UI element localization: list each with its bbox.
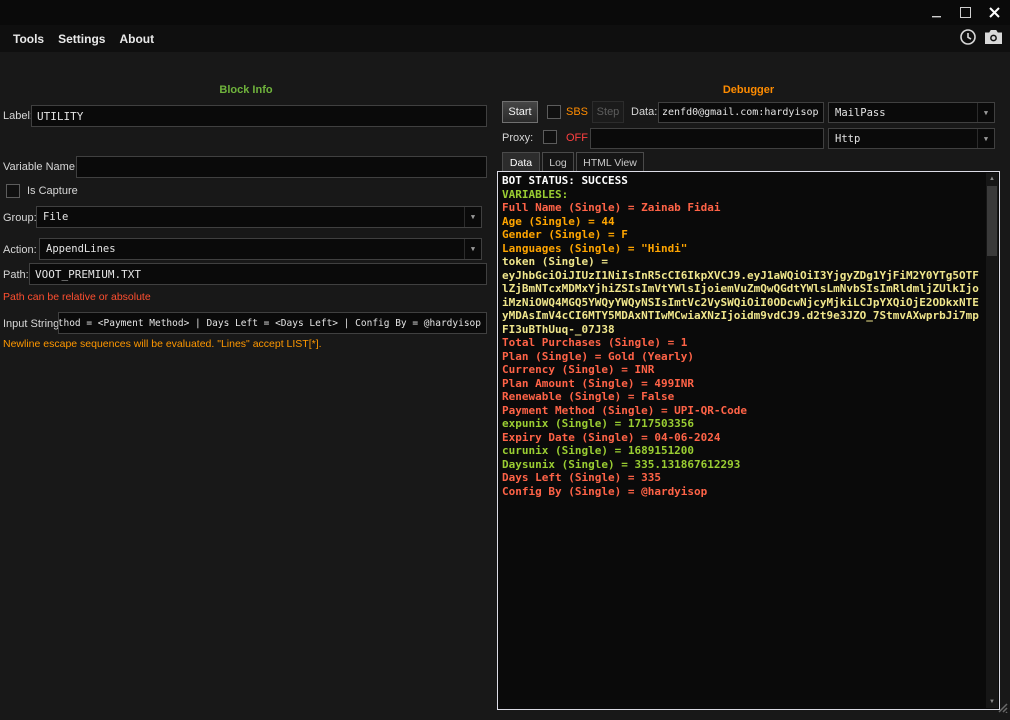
- camera-icon[interactable]: [984, 29, 1003, 45]
- log-lines[interactable]: BOT STATUS: SUCCESSVARIABLES:Full Name (…: [502, 174, 984, 707]
- log-line: Age (Single) = 44: [502, 215, 984, 229]
- minimize-button[interactable]: [929, 5, 944, 20]
- path-input[interactable]: [29, 263, 487, 285]
- log-line: Languages (Single) = "Hindi": [502, 242, 984, 256]
- tab-html-view[interactable]: HTML View: [576, 152, 644, 172]
- log-line: Gender (Single) = F: [502, 228, 984, 242]
- scrollbar-up-button[interactable]: [986, 173, 998, 185]
- label-caption: Label:: [3, 110, 33, 122]
- log-line: Renewable (Single) = False: [502, 390, 984, 404]
- menu-tools[interactable]: Tools: [6, 28, 51, 50]
- log-line: curunix (Single) = 1689151200: [502, 444, 984, 458]
- log-line: Currency (Single) = INR: [502, 363, 984, 377]
- path-caption: Path:: [3, 269, 29, 281]
- log-line: Total Purchases (Single) = 1: [502, 336, 984, 350]
- log-line: Expiry Date (Single) = 04-06-2024: [502, 431, 984, 445]
- tab-log[interactable]: Log: [542, 152, 574, 172]
- log-line: expunix (Single) = 1717503356: [502, 417, 984, 431]
- chevron-down-icon: [464, 239, 481, 259]
- input-string-caption: Input String:: [3, 318, 62, 330]
- is-capture-checkbox[interactable]: [6, 184, 20, 198]
- chevron-down-icon: [464, 207, 481, 227]
- sbs-checkbox[interactable]: [547, 105, 561, 119]
- log-line: VARIABLES:: [502, 188, 984, 202]
- window-controls: [929, 5, 1002, 20]
- maximize-icon: [960, 7, 971, 18]
- log-line: eyJhbGciOiJIUzI1NiIsInR5cCI6IkpXVCJ9.eyJ…: [502, 269, 984, 337]
- tab-data[interactable]: Data: [502, 152, 540, 172]
- log-line: Config By (Single) = @hardyisop: [502, 485, 984, 499]
- log-line: Daysunix (Single) = 335.131867612293: [502, 458, 984, 472]
- log-line: Days Left (Single) = 335: [502, 471, 984, 485]
- block-info-title: Block Info: [0, 84, 492, 96]
- action-select-value: AppendLines: [46, 243, 116, 255]
- proxy-status: OFF: [566, 132, 588, 144]
- close-button[interactable]: [987, 5, 1002, 20]
- wordlist-type-value: MailPass: [835, 107, 886, 119]
- input-string-value: thod = <Payment Method> | Days Left = <D…: [58, 318, 481, 329]
- close-icon: [989, 7, 1000, 18]
- action-select[interactable]: AppendLines: [39, 238, 482, 260]
- proxy-input[interactable]: [590, 128, 824, 149]
- start-button[interactable]: Start: [502, 101, 538, 123]
- input-string-field[interactable]: thod = <Payment Method> | Days Left = <D…: [58, 312, 487, 334]
- resize-grip[interactable]: [995, 700, 1008, 718]
- log-line: token (Single) =: [502, 255, 984, 269]
- titlebar[interactable]: [0, 0, 1010, 25]
- proxy-type-value: Http: [835, 133, 860, 145]
- chevron-down-icon: [977, 129, 994, 148]
- step-button[interactable]: Step: [592, 101, 624, 123]
- debug-log-panel: BOT STATUS: SUCCESSVARIABLES:Full Name (…: [497, 171, 1000, 710]
- data-input[interactable]: [658, 102, 824, 123]
- data-caption: Data:: [631, 106, 657, 118]
- proxy-caption: Proxy:: [502, 132, 533, 144]
- menu-about[interactable]: About: [112, 28, 161, 50]
- sbs-label: SBS: [566, 106, 588, 118]
- log-line: Plan Amount (Single) = 499INR: [502, 377, 984, 391]
- log-line: Plan (Single) = Gold (Yearly): [502, 350, 984, 364]
- clock-history-icon[interactable]: [959, 28, 977, 46]
- debugger-title: Debugger: [497, 84, 1000, 96]
- variable-name-caption: Variable Name:: [3, 161, 78, 173]
- log-line: Payment Method (Single) = UPI-QR-Code: [502, 404, 984, 418]
- proxy-type-select[interactable]: Http: [828, 128, 995, 149]
- maximize-button[interactable]: [958, 5, 973, 20]
- log-line: Full Name (Single) = Zainab Fidai: [502, 201, 984, 215]
- is-capture-label: Is Capture: [27, 185, 78, 197]
- menubar: Tools Settings About: [0, 25, 1010, 52]
- log-line: BOT STATUS: SUCCESS: [502, 174, 984, 188]
- minimize-icon: [932, 8, 942, 18]
- scrollbar[interactable]: [986, 173, 998, 708]
- proxy-checkbox[interactable]: [543, 130, 557, 144]
- input-string-hint: Newline escape sequences will be evaluat…: [3, 338, 322, 350]
- wordlist-type-select[interactable]: MailPass: [828, 102, 995, 123]
- variable-name-input[interactable]: [76, 156, 487, 178]
- group-select-value: File: [43, 211, 68, 223]
- chevron-down-icon: [977, 103, 994, 122]
- menu-settings[interactable]: Settings: [51, 28, 112, 50]
- action-caption: Action:: [3, 244, 37, 256]
- scrollbar-thumb[interactable]: [987, 186, 997, 256]
- group-select[interactable]: File: [36, 206, 482, 228]
- group-caption: Group:: [3, 212, 37, 224]
- label-input[interactable]: [31, 105, 487, 127]
- path-hint: Path can be relative or absolute: [3, 291, 151, 303]
- topbar-icons: [959, 28, 1003, 46]
